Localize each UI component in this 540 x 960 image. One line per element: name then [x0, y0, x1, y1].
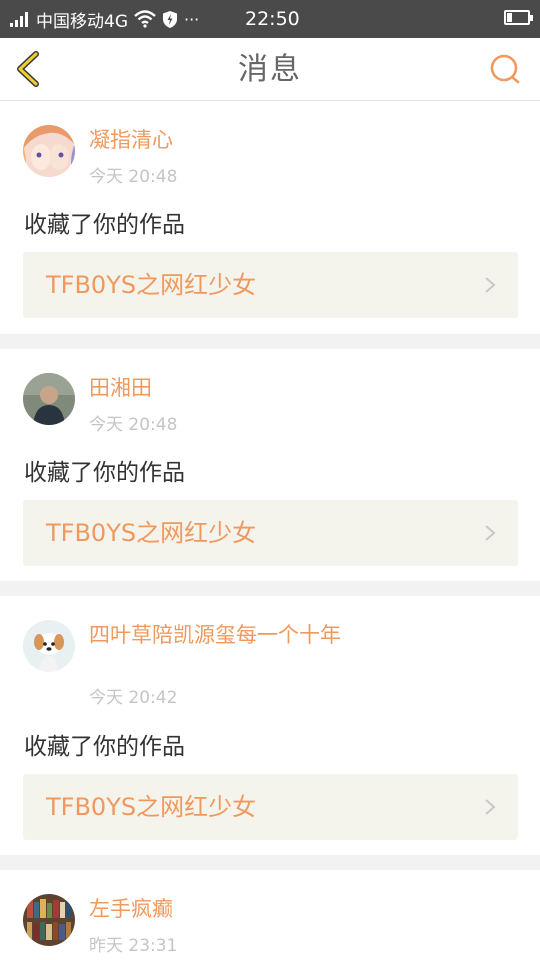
clock: 22:50 [245, 8, 300, 30]
wifi-icon [134, 10, 156, 28]
username[interactable]: 凝指清心 [89, 127, 349, 154]
avatar[interactable] [23, 894, 75, 946]
signal-icon [10, 11, 30, 27]
message-card: 左手疯癫 昨天 23:31 [0, 870, 540, 960]
work-link[interactable]: TFB0YS之网红少女 [23, 774, 518, 840]
work-title: TFB0YS之网红少女 [46, 793, 257, 821]
username[interactable]: 左手疯癫 [89, 896, 349, 923]
search-button[interactable] [488, 52, 522, 86]
work-title: TFB0YS之网红少女 [46, 519, 257, 547]
timestamp: 今天 20:42 [89, 688, 178, 708]
search-icon [490, 54, 520, 84]
work-link[interactable]: TFB0YS之网红少女 [23, 500, 518, 566]
username[interactable]: 田湘田 [89, 375, 349, 402]
chevron-right-icon [485, 525, 496, 541]
action-text: 收藏了你的作品 [24, 734, 185, 760]
action-text: 收藏了你的作品 [24, 212, 185, 238]
carrier-label: 中国移动4G [36, 11, 128, 32]
timestamp: 今天 20:48 [89, 415, 178, 435]
message-card: 凝指清心 今天 20:48 收藏了你的作品 TFB0YS之网红少女 [0, 101, 540, 334]
message-card: 四叶草陪凯源玺每一个十年 今天 20:42 收藏了你的作品 TFB0YS之网红少… [0, 596, 540, 855]
avatar[interactable] [23, 620, 75, 672]
more-icon: ··· [184, 9, 200, 29]
nav-bar: 消息 [0, 38, 540, 101]
work-link[interactable]: TFB0YS之网红少女 [23, 252, 518, 318]
chevron-right-icon [485, 799, 496, 815]
timestamp: 昨天 23:31 [89, 936, 178, 956]
timestamp: 今天 20:48 [89, 167, 178, 187]
shield-icon [163, 10, 177, 28]
battery-icon [504, 10, 533, 25]
page-title: 消息 [238, 52, 302, 87]
avatar[interactable] [23, 373, 75, 425]
work-title: TFB0YS之网红少女 [46, 271, 257, 299]
username[interactable]: 四叶草陪凯源玺每一个十年 [89, 622, 349, 649]
status-bar: 中国移动4G ··· 22:50 [0, 0, 540, 38]
chevron-right-icon [485, 277, 496, 293]
action-text: 收藏了你的作品 [24, 460, 185, 486]
avatar[interactable] [23, 125, 75, 177]
message-card: 田湘田 今天 20:48 收藏了你的作品 TFB0YS之网红少女 [0, 349, 540, 581]
